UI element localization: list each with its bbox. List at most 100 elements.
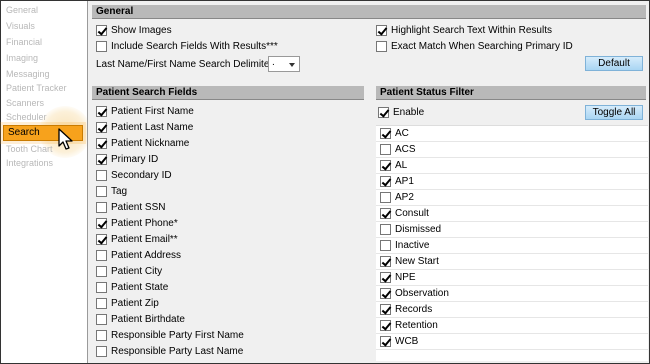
- sidebar-item-scheduler[interactable]: Scheduler: [6, 112, 47, 122]
- sidebar-item-visuals[interactable]: Visuals: [6, 21, 35, 31]
- status-item-inactive[interactable]: Inactive: [376, 238, 648, 254]
- status-item-npe[interactable]: NPE: [376, 270, 648, 286]
- search-field-label: Secondary ID: [111, 170, 172, 181]
- search-field-patient-zip[interactable]: Patient Zip: [96, 296, 159, 311]
- status-item-checkbox[interactable]: [380, 160, 391, 171]
- search-field-label: Patient First Name: [111, 106, 194, 117]
- status-item-checkbox[interactable]: [380, 240, 391, 251]
- status-item-checkbox[interactable]: [380, 256, 391, 267]
- status-item-acs[interactable]: ACS: [376, 142, 648, 158]
- mouse-pointer-icon: [58, 128, 73, 150]
- search-field-responsible-party-last-name[interactable]: Responsible Party Last Name: [96, 344, 243, 359]
- status-item-checkbox[interactable]: [380, 336, 391, 347]
- search-field-patient-email[interactable]: Patient Email**: [96, 232, 178, 247]
- search-field-checkbox[interactable]: [96, 330, 107, 341]
- sidebar-item-tooth-chart[interactable]: Tooth Chart: [6, 144, 53, 154]
- search-field-checkbox[interactable]: [96, 346, 107, 357]
- show-images-option[interactable]: Show Images: [96, 23, 172, 38]
- status-item-label: WCB: [395, 336, 419, 347]
- sidebar-item-imaging[interactable]: Imaging: [6, 53, 38, 63]
- search-field-patient-birthdate[interactable]: Patient Birthdate: [96, 312, 185, 327]
- status-item-retention[interactable]: Retention: [376, 318, 648, 334]
- search-field-label: Patient SSN: [111, 202, 166, 213]
- status-item-records[interactable]: Records: [376, 302, 648, 318]
- toggle-all-button[interactable]: Toggle All: [585, 105, 643, 120]
- search-field-label: Patient Nickname: [111, 138, 190, 149]
- status-item-label: AL: [395, 160, 408, 171]
- search-field-checkbox[interactable]: [96, 154, 107, 165]
- status-item-ap2[interactable]: AP2: [376, 190, 648, 206]
- search-field-patient-address[interactable]: Patient Address: [96, 248, 181, 263]
- search-field-tag[interactable]: Tag: [96, 184, 127, 199]
- delimiter-value: .: [272, 57, 275, 68]
- show-images-checkbox[interactable]: [96, 25, 107, 36]
- search-field-patient-ssn[interactable]: Patient SSN: [96, 200, 165, 215]
- search-field-patient-state[interactable]: Patient State: [96, 280, 168, 295]
- status-item-checkbox[interactable]: [380, 144, 391, 155]
- delimiter-label: Last Name/First Name Search Delimiter:: [96, 59, 276, 70]
- search-field-label: Patient Last Name: [111, 122, 194, 133]
- search-field-patient-nickname[interactable]: Patient Nickname: [96, 136, 189, 151]
- search-field-checkbox[interactable]: [96, 106, 107, 117]
- status-item-wcb[interactable]: WCB: [376, 334, 648, 350]
- search-field-patient-phone[interactable]: Patient Phone*: [96, 216, 178, 231]
- search-field-checkbox[interactable]: [96, 122, 107, 133]
- status-filter-list[interactable]: AC ACS AL AP1 AP2 Consult Dismissed Inactive New…: [376, 125, 648, 361]
- status-item-label: NPE: [395, 272, 416, 283]
- sidebar-item-patient-tracker[interactable]: Patient Tracker: [6, 83, 67, 93]
- search-field-label: Patient Birthdate: [111, 314, 185, 325]
- status-item-checkbox[interactable]: [380, 208, 391, 219]
- status-item-ac[interactable]: AC: [376, 126, 648, 142]
- status-item-dismissed[interactable]: Dismissed: [376, 222, 648, 238]
- search-field-checkbox[interactable]: [96, 266, 107, 277]
- search-field-checkbox[interactable]: [96, 202, 107, 213]
- status-item-al[interactable]: AL: [376, 158, 648, 174]
- search-field-patient-first-name[interactable]: Patient First Name: [96, 104, 194, 119]
- status-item-label: Observation: [395, 288, 449, 299]
- status-item-label: New Start: [395, 256, 439, 267]
- status-item-checkbox[interactable]: [380, 304, 391, 315]
- status-item-checkbox[interactable]: [380, 176, 391, 187]
- status-item-checkbox[interactable]: [380, 192, 391, 203]
- search-field-patient-last-name[interactable]: Patient Last Name: [96, 120, 193, 135]
- status-item-ap1[interactable]: AP1: [376, 174, 648, 190]
- sidebar-item-messaging[interactable]: Messaging: [6, 69, 50, 79]
- search-field-primary-id[interactable]: Primary ID: [96, 152, 158, 167]
- search-field-secondary-id[interactable]: Secondary ID: [96, 168, 172, 183]
- exact-match-primary-id-option[interactable]: Exact Match When Searching Primary ID: [376, 39, 573, 54]
- search-field-checkbox[interactable]: [96, 298, 107, 309]
- status-filter-enable-checkbox[interactable]: [378, 107, 389, 118]
- status-item-consult[interactable]: Consult: [376, 206, 648, 222]
- search-field-checkbox[interactable]: [96, 234, 107, 245]
- status-item-observation[interactable]: Observation: [376, 286, 648, 302]
- exact-match-primary-id-checkbox[interactable]: [376, 41, 387, 52]
- search-field-checkbox[interactable]: [96, 218, 107, 229]
- sidebar-item-general[interactable]: General: [6, 5, 38, 15]
- status-item-checkbox[interactable]: [380, 128, 391, 139]
- default-button[interactable]: Default: [585, 56, 643, 71]
- status-item-checkbox[interactable]: [380, 272, 391, 283]
- search-field-checkbox[interactable]: [96, 314, 107, 325]
- status-item-checkbox[interactable]: [380, 320, 391, 331]
- status-filter-enable-option[interactable]: Enable: [378, 105, 424, 120]
- highlight-search-text-option[interactable]: Highlight Search Text Within Results: [376, 23, 552, 38]
- search-field-checkbox[interactable]: [96, 282, 107, 293]
- status-item-label: ACS: [395, 144, 416, 155]
- status-item-label: Records: [395, 304, 433, 315]
- search-field-checkbox[interactable]: [96, 138, 107, 149]
- highlight-search-text-checkbox[interactable]: [376, 25, 387, 36]
- include-search-fields-checkbox[interactable]: [96, 41, 107, 52]
- sidebar-item-financial[interactable]: Financial: [6, 37, 42, 47]
- search-field-checkbox[interactable]: [96, 186, 107, 197]
- sidebar-item-scanners[interactable]: Scanners: [6, 98, 44, 108]
- sidebar-item-integrations[interactable]: Integrations: [6, 158, 53, 168]
- search-field-patient-city[interactable]: Patient City: [96, 264, 162, 279]
- search-field-responsible-party-first-name[interactable]: Responsible Party First Name: [96, 328, 244, 343]
- search-field-checkbox[interactable]: [96, 250, 107, 261]
- status-item-checkbox[interactable]: [380, 224, 391, 235]
- include-search-fields-option[interactable]: Include Search Fields With Results***: [96, 39, 278, 54]
- status-item-new-start[interactable]: New Start: [376, 254, 648, 270]
- search-field-checkbox[interactable]: [96, 170, 107, 181]
- delimiter-select[interactable]: .: [268, 56, 300, 72]
- status-item-checkbox[interactable]: [380, 288, 391, 299]
